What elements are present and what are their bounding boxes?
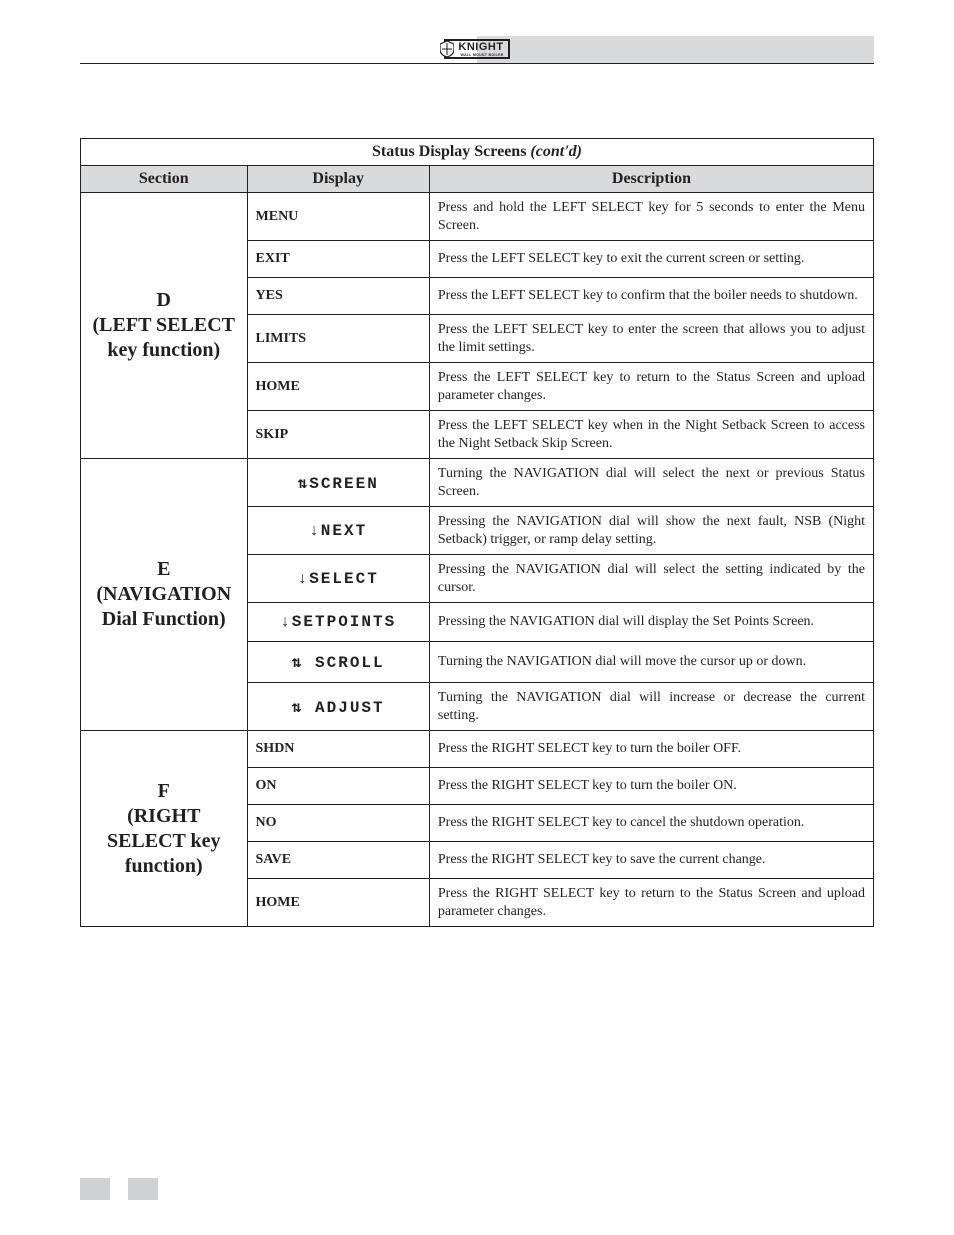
description-cell: Turning the NAVIGATION dial will move th… [429, 642, 873, 683]
section-cell: D(LEFT SELECT key function) [81, 193, 248, 459]
description-cell: Press the RIGHT SELECT key to save the c… [429, 842, 873, 879]
footer-square-1 [80, 1178, 110, 1200]
description-cell: Press the RIGHT SELECT key to return to … [429, 879, 873, 927]
description-cell: Pressing the NAVIGATION dial will select… [429, 555, 873, 603]
footer-square-2 [128, 1178, 158, 1200]
description-cell: Press and hold the LEFT SELECT key for 5… [429, 193, 873, 241]
description-cell: Press the LEFT SELECT key to return to t… [429, 363, 873, 411]
brand-subtext: WALL MOUNT BOILER [458, 54, 503, 58]
display-cell: ⇅ SCROLL [247, 642, 429, 683]
display-cell: LIMITS [247, 315, 429, 363]
display-cell: ↓SELECT [247, 555, 429, 603]
section-letter: F [87, 779, 241, 804]
display-cell: ↓SETPOINTS [247, 603, 429, 642]
display-cell: HOME [247, 879, 429, 927]
table-header-row: Section Display Description [81, 166, 874, 193]
table-title: Status Display Screens [372, 143, 526, 160]
section-subtitle: (NAVIGATION Dial Function) [96, 583, 231, 630]
footer-marks [80, 1178, 158, 1200]
display-cell: NO [247, 805, 429, 842]
page-header-bar: KNIGHT WALL MOUNT BOILER [80, 36, 874, 64]
description-cell: Press the LEFT SELECT key to exit the cu… [429, 241, 873, 278]
description-cell: Pressing the NAVIGATION dial will displa… [429, 603, 873, 642]
display-cell: ⇅ ADJUST [247, 683, 429, 731]
brand-logo: KNIGHT WALL MOUNT BOILER [442, 38, 512, 60]
display-cell: EXIT [247, 241, 429, 278]
section-subtitle: (RIGHT SELECT key function) [107, 805, 221, 877]
description-cell: Press the LEFT SELECT key to confirm tha… [429, 278, 873, 315]
description-cell: Turning the NAVIGATION dial will increas… [429, 683, 873, 731]
display-cell: YES [247, 278, 429, 315]
table-row: D(LEFT SELECT key function)MENUPress and… [81, 193, 874, 241]
main-content: Status Display Screens (cont'd) Section … [80, 138, 874, 927]
description-cell: Pressing the NAVIGATION dial will show t… [429, 507, 873, 555]
description-cell: Press the RIGHT SELECT key to cancel the… [429, 805, 873, 842]
section-cell: E(NAVIGATION Dial Function) [81, 459, 248, 731]
table-title-suffix: (cont'd) [530, 143, 582, 160]
status-display-table: Status Display Screens (cont'd) Section … [80, 138, 874, 927]
section-letter: E [87, 557, 241, 582]
description-cell: Press the LEFT SELECT key when in the Ni… [429, 411, 873, 459]
section-subtitle: (LEFT SELECT key function) [93, 314, 235, 361]
col-header-description: Description [429, 166, 873, 193]
section-letter: D [87, 288, 241, 313]
description-cell: Press the RIGHT SELECT key to turn the b… [429, 768, 873, 805]
display-cell: ⇅SCREEN [247, 459, 429, 507]
brand-name: KNIGHT [458, 41, 503, 53]
display-cell: SAVE [247, 842, 429, 879]
display-cell: SHDN [247, 731, 429, 768]
col-header-display: Display [247, 166, 429, 193]
description-cell: Press the RIGHT SELECT key to turn the b… [429, 731, 873, 768]
description-cell: Press the LEFT SELECT key to enter the s… [429, 315, 873, 363]
display-cell: ON [247, 768, 429, 805]
section-cell: F(RIGHT SELECT key function) [81, 731, 248, 927]
display-cell: ↓NEXT [247, 507, 429, 555]
header-rule [80, 63, 874, 64]
description-cell: Turning the NAVIGATION dial will select … [429, 459, 873, 507]
display-cell: SKIP [247, 411, 429, 459]
table-row: E(NAVIGATION Dial Function)⇅SCREENTurnin… [81, 459, 874, 507]
table-title-cell: Status Display Screens (cont'd) [81, 139, 874, 166]
col-header-section: Section [81, 166, 248, 193]
table-row: F(RIGHT SELECT key function)SHDNPress th… [81, 731, 874, 768]
shield-icon [440, 41, 454, 57]
display-cell: HOME [247, 363, 429, 411]
display-cell: MENU [247, 193, 429, 241]
header-gray-background [477, 36, 874, 64]
